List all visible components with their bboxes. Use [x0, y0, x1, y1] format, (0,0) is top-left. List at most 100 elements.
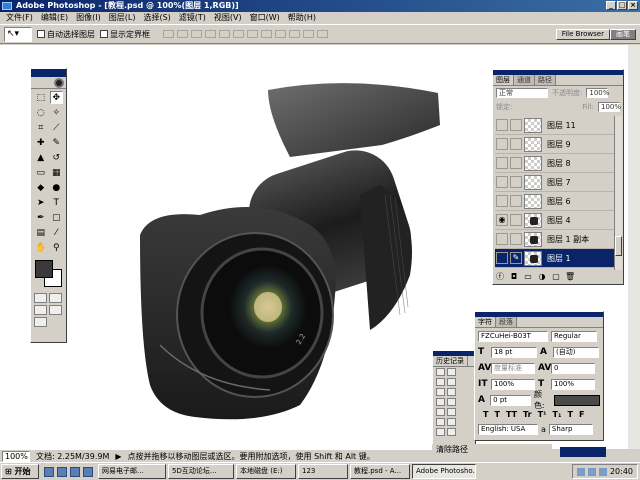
- tab-paths[interactable]: 路径: [535, 75, 556, 85]
- font-style-select[interactable]: Regular: [551, 330, 597, 342]
- superscript-button[interactable]: T¹: [538, 410, 547, 419]
- align-icon[interactable]: [191, 30, 202, 38]
- history-state[interactable]: [433, 387, 475, 397]
- link-toggle[interactable]: [510, 138, 522, 150]
- new-layer-icon[interactable]: ▢: [551, 272, 561, 282]
- align-icon[interactable]: [177, 30, 188, 38]
- screen-mode-icon[interactable]: [34, 305, 47, 315]
- distribute-icon[interactable]: [317, 30, 328, 38]
- opacity-field[interactable]: 100%: [586, 88, 609, 98]
- align-icon[interactable]: [233, 30, 244, 38]
- strikethrough-button[interactable]: F: [579, 410, 584, 419]
- visibility-toggle[interactable]: [496, 157, 508, 169]
- baseline-shift-field[interactable]: 0 pt: [490, 394, 531, 406]
- brush-icon[interactable]: ✎: [510, 252, 522, 264]
- layers-scrollbar[interactable]: [614, 116, 622, 270]
- hand-tool-icon[interactable]: ✋: [34, 241, 48, 254]
- crop-tool-icon[interactable]: ⌗: [34, 121, 48, 134]
- font-family-select[interactable]: FZCuHei-B03T: [478, 330, 548, 342]
- menu-layer[interactable]: 图层(L): [105, 12, 140, 24]
- menu-select[interactable]: 选择(S): [139, 12, 174, 24]
- task-button[interactable]: 网易电子邮...: [98, 464, 166, 479]
- link-toggle[interactable]: [510, 214, 522, 226]
- underline-button[interactable]: T: [568, 410, 573, 419]
- brush-tool-icon[interactable]: ✎: [50, 136, 64, 149]
- faux-italic-button[interactable]: T: [494, 410, 499, 419]
- visibility-toggle[interactable]: [496, 195, 508, 207]
- task-button[interactable]: 本地磁盘 (E:): [236, 464, 296, 479]
- history-state[interactable]: [433, 377, 475, 387]
- history-state[interactable]: [433, 427, 475, 437]
- layer-style-icon[interactable]: ⓕ: [495, 272, 505, 282]
- menu-help[interactable]: 帮助(H): [284, 12, 320, 24]
- task-button[interactable]: 教程.psd - A...: [350, 464, 410, 479]
- magic-wand-tool-icon[interactable]: ✧: [50, 106, 64, 119]
- subscript-button[interactable]: T₁: [553, 410, 562, 419]
- auto-select-option[interactable]: 自动选择图层: [37, 29, 95, 40]
- status-arrow-icon[interactable]: ▶: [115, 452, 121, 461]
- history-state[interactable]: [433, 397, 475, 407]
- layer-row[interactable]: 图层 6: [495, 192, 615, 211]
- lasso-tool-icon[interactable]: ◌: [34, 106, 48, 119]
- history-brush-tool-icon[interactable]: ↺: [50, 151, 64, 164]
- auto-select-checkbox[interactable]: [37, 30, 45, 38]
- eye-icon[interactable]: ◉: [496, 214, 508, 226]
- tab-history[interactable]: 历史记录: [433, 356, 468, 366]
- move-tool-icon[interactable]: ✥: [49, 91, 63, 104]
- shape-tool-icon[interactable]: ▢: [50, 211, 64, 224]
- link-toggle[interactable]: [510, 157, 522, 169]
- toolbox-titlebar[interactable]: [31, 69, 66, 77]
- visibility-toggle[interactable]: [496, 138, 508, 150]
- tracking-field[interactable]: 0: [551, 362, 595, 374]
- tool-preset-picker[interactable]: ↖▾: [4, 26, 32, 42]
- notes-tool-icon[interactable]: ▤: [34, 226, 48, 239]
- text-color-swatch[interactable]: [554, 394, 600, 406]
- leading-field[interactable]: (自动): [553, 346, 599, 358]
- layer-set-icon[interactable]: ▭: [523, 272, 533, 282]
- stamp-tool-icon[interactable]: ▲: [34, 151, 48, 164]
- task-button[interactable]: 5D互动论坛...: [168, 464, 234, 479]
- desktop-icon[interactable]: [44, 466, 54, 477]
- maximize-button[interactable]: □: [617, 1, 627, 10]
- adobe-online-button[interactable]: [31, 77, 66, 89]
- ime-icon[interactable]: [598, 467, 607, 476]
- tab-channels[interactable]: 通道: [514, 75, 535, 85]
- ie-icon[interactable]: [57, 466, 67, 477]
- distribute-icon[interactable]: [303, 30, 314, 38]
- language-select[interactable]: English: USA: [478, 423, 538, 435]
- history-state[interactable]: [433, 417, 475, 427]
- tab-paragraph[interactable]: 段落: [496, 317, 517, 327]
- vertical-scale-field[interactable]: 100%: [491, 378, 535, 390]
- jump-to-imageready-icon[interactable]: [34, 317, 47, 327]
- show-bounds-option[interactable]: 显示定界框: [100, 29, 150, 40]
- healing-brush-tool-icon[interactable]: ✚: [34, 136, 48, 149]
- start-button[interactable]: ⊞ 开始: [1, 464, 39, 479]
- tab-character[interactable]: 字符: [475, 317, 496, 327]
- path-selection-tool-icon[interactable]: ➤: [34, 196, 48, 209]
- dodge-tool-icon[interactable]: ●: [50, 181, 64, 194]
- outlook-icon[interactable]: [70, 466, 80, 477]
- close-button[interactable]: ×: [628, 1, 638, 10]
- eraser-tool-icon[interactable]: ▭: [34, 166, 48, 179]
- horizontal-scale-field[interactable]: 100%: [551, 378, 595, 390]
- doc-size-info[interactable]: 文档: 2.25M/39.9M: [36, 451, 109, 462]
- menu-edit[interactable]: 编辑(E): [37, 12, 72, 24]
- visibility-toggle[interactable]: [496, 233, 508, 245]
- media-icon[interactable]: [83, 466, 93, 477]
- all-caps-button[interactable]: TT: [506, 410, 517, 419]
- menu-view[interactable]: 视图(V): [210, 12, 246, 24]
- menu-image[interactable]: 图像(I): [72, 12, 105, 24]
- layer-row[interactable]: 图层 8: [495, 154, 615, 173]
- antialias-select[interactable]: Sharp: [548, 423, 593, 435]
- menu-file[interactable]: 文件(F): [2, 12, 37, 24]
- fill-field[interactable]: 100%: [598, 102, 621, 112]
- visibility-toggle[interactable]: [496, 252, 508, 264]
- visibility-toggle[interactable]: [496, 119, 508, 131]
- blend-mode-select[interactable]: 正常: [496, 88, 548, 98]
- small-caps-button[interactable]: Tr: [523, 410, 532, 419]
- kerning-field[interactable]: 度量标准: [491, 362, 535, 374]
- fullscreen-mode-icon[interactable]: [49, 305, 62, 315]
- menu-window[interactable]: 窗口(W): [246, 12, 284, 24]
- canvas-vertical-scrollbar[interactable]: [628, 45, 640, 449]
- visibility-toggle[interactable]: [496, 176, 508, 188]
